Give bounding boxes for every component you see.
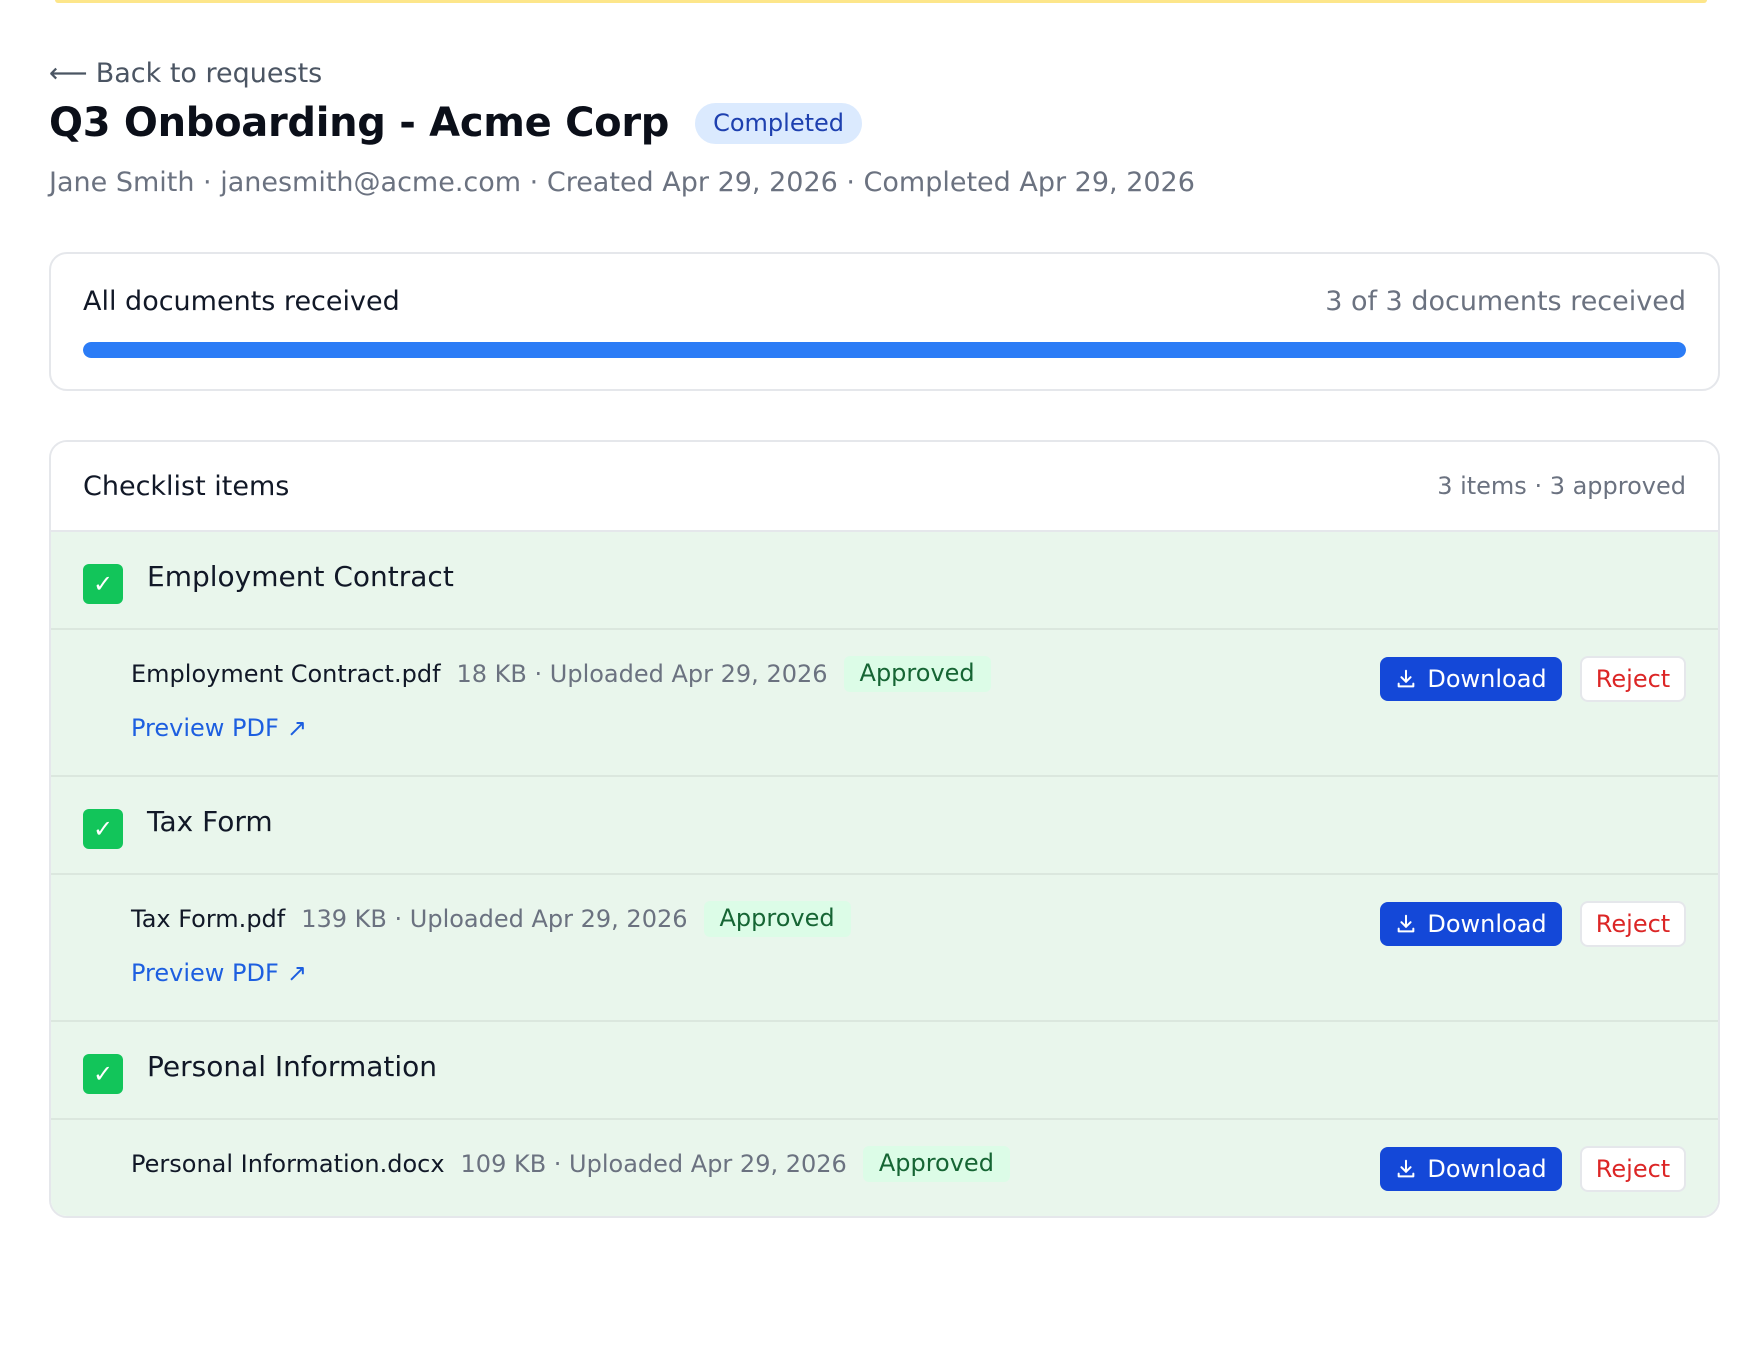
progress-header: All documents received 3 of 3 documents … (83, 286, 1686, 317)
reject-button[interactable]: Reject (1580, 901, 1686, 947)
download-button[interactable]: Download (1380, 902, 1562, 946)
item-name: Employment Contract (147, 559, 454, 593)
file-name: Employment Contract.pdf (131, 660, 441, 688)
approved-badge: Approved (703, 901, 851, 937)
file-meta: 18 KB · Uploaded Apr 29, 2026 (456, 660, 828, 688)
file-info: Tax Form.pdf 139 KB · Uploaded Apr 29, 2… (131, 901, 851, 937)
reject-button[interactable]: Reject (1580, 1146, 1686, 1192)
status-badge: Completed (695, 102, 862, 144)
item-checkbox[interactable]: ✓ (83, 809, 123, 849)
arrow-left-icon: ⟵ (49, 58, 88, 89)
progress-card: All documents received 3 of 3 documents … (49, 252, 1720, 391)
progress-bar-fill (83, 342, 1686, 358)
checklist-title: Checklist items (83, 470, 290, 502)
reject-button[interactable]: Reject (1580, 656, 1686, 702)
download-label: Download (1427, 910, 1547, 938)
checklist-item-employment-contract: ✓ Employment Contract (51, 532, 1718, 630)
file-name: Personal Information.docx (131, 1150, 445, 1178)
file-row: Tax Form.pdf 139 KB · Uploaded Apr 29, 2… (51, 875, 1718, 1022)
check-icon: ✓ (92, 570, 114, 598)
item-checkbox[interactable]: ✓ (83, 564, 123, 604)
download-label: Download (1427, 1155, 1547, 1183)
check-icon: ✓ (92, 815, 114, 843)
preview-pdf-label: Preview PDF (131, 714, 279, 742)
download-icon (1398, 669, 1415, 688)
preview-pdf-label: Preview PDF (131, 959, 279, 987)
item-checkbox[interactable]: ✓ (83, 1054, 123, 1094)
file-row: Employment Contract.pdf 18 KB · Uploaded… (51, 630, 1718, 777)
page-title: Q3 Onboarding - Acme Corp (49, 100, 670, 146)
progress-label: All documents received (83, 286, 400, 317)
download-icon (1398, 1159, 1415, 1178)
checklist-header: Checklist items 3 items · 3 approved (51, 442, 1718, 532)
progress-bar (83, 342, 1686, 358)
checklist-item-tax-form: ✓ Tax Form (51, 777, 1718, 875)
download-label: Download (1427, 665, 1547, 693)
preview-pdf-link[interactable]: Preview PDF ↗ (131, 959, 307, 987)
item-name: Tax Form (147, 804, 273, 838)
file-name: Tax Form.pdf (131, 905, 286, 933)
file-row: Personal Information.docx 109 KB · Uploa… (51, 1120, 1718, 1216)
file-actions: Download Reject (1380, 1146, 1686, 1192)
check-icon: ✓ (92, 1060, 114, 1088)
file-meta: 109 KB · Uploaded Apr 29, 2026 (460, 1150, 847, 1178)
external-link-icon: ↗ (286, 714, 307, 742)
file-actions: Download Reject (1380, 656, 1686, 702)
file-info: Personal Information.docx 109 KB · Uploa… (131, 1146, 1010, 1182)
approved-badge: Approved (862, 1146, 1010, 1182)
checklist-card: Checklist items 3 items · 3 approved ✓ E… (49, 440, 1720, 1218)
file-info: Employment Contract.pdf 18 KB · Uploaded… (131, 656, 991, 692)
download-icon (1398, 914, 1415, 933)
approved-badge: Approved (843, 656, 991, 692)
download-button[interactable]: Download (1380, 1147, 1562, 1191)
top-accent-bar (55, 0, 1707, 3)
progress-count: 3 of 3 documents received (1325, 286, 1686, 317)
request-meta: Jane Smith · janesmith@acme.com · Create… (49, 167, 1195, 198)
external-link-icon: ↗ (286, 959, 307, 987)
back-to-requests-link[interactable]: ⟵ Back to requests (49, 58, 322, 89)
preview-pdf-link[interactable]: Preview PDF ↗ (131, 714, 307, 742)
back-link-label: Back to requests (95, 58, 323, 89)
item-name: Personal Information (147, 1049, 438, 1083)
file-meta: 139 KB · Uploaded Apr 29, 2026 (301, 905, 688, 933)
download-button[interactable]: Download (1380, 657, 1562, 701)
checklist-summary: 3 items · 3 approved (1437, 472, 1686, 500)
checklist-item-personal-information: ✓ Personal Information (51, 1022, 1718, 1120)
title-row: Q3 Onboarding - Acme Corp Completed (49, 100, 862, 146)
file-actions: Download Reject (1380, 901, 1686, 947)
